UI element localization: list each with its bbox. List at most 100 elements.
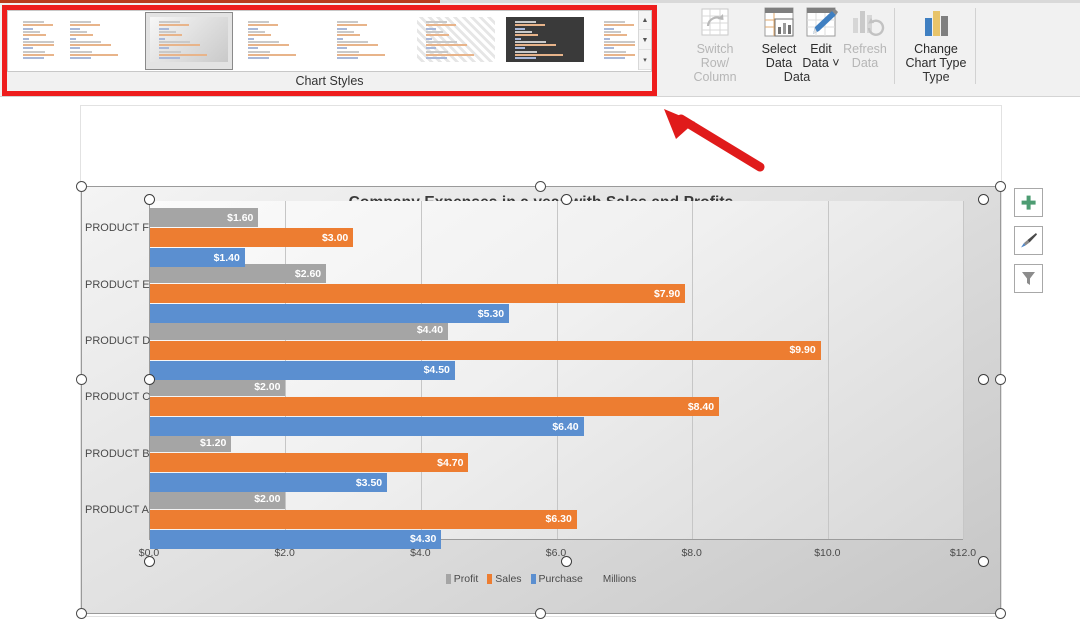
chart-styles-button[interactable] [1014,226,1043,255]
switch-row-column-icon [693,6,737,40]
chart-styles-gallery[interactable] [7,10,652,72]
selection-handle-bottom-right[interactable] [995,608,1006,619]
thumbnail-bar [426,27,436,30]
bar-purchase[interactable]: $6.40 [150,417,584,437]
data-group-label: Data [783,70,811,84]
gridline [963,201,964,539]
legend-item[interactable]: Sales [487,573,522,585]
thumbnail-bar [426,24,457,27]
selection-handle-bottom-center[interactable] [535,608,546,619]
chart-style-thumbnail[interactable] [234,12,322,70]
bar-profit[interactable]: $2.00 [150,489,286,509]
plot-area[interactable]: PRODUCT A $2.00 $6.30 $4.30 PRODUCT B $1.20 $4… [85,201,964,549]
thumbnail-bar [515,50,537,53]
data-label: $2.60 [294,267,322,280]
change-chart-type-label-line2: Chart Type [905,56,967,70]
thumbnail-bar [248,57,270,60]
data-label: $3.50 [355,476,383,489]
x-axis-tick-label: $4.0 [410,547,431,559]
legend-item[interactable]: Profit [445,573,478,585]
thumbnail-bar [337,44,378,47]
bar-sales[interactable]: $7.90 [150,284,686,304]
chart-style-thumbnail[interactable] [9,12,55,70]
chart-floating-buttons [1014,188,1044,302]
chart-style-thumbnail[interactable] [323,12,411,70]
data-label: $4.40 [416,324,444,337]
thumbnail-bar [515,54,563,56]
thumbnail-bar [70,24,101,27]
data-group: Switch Row/ Column Select Data Edit Data… [684,6,896,86]
data-label: $8.40 [687,400,715,413]
selection-handle-top-right[interactable] [995,181,1006,192]
selection-handle-top-left[interactable] [76,181,87,192]
switch-row-column-label-line2: Column [693,70,737,84]
bar-profit[interactable]: $2.60 [150,264,327,284]
category-axis-label: PRODUCT B [85,447,150,460]
group-divider-left [894,8,895,84]
chart-filters-button[interactable] [1014,264,1043,293]
bar-profit[interactable]: $1.60 [150,208,259,228]
switch-row-column-button[interactable]: Switch Row/ Column [684,6,746,84]
x-axis[interactable]: $0.0 $2.0 $4.0 $6.0 $8.0 $10.0 $12.0 [139,543,976,561]
thumbnail-bar [159,54,207,56]
legend-item[interactable]: Purchase [530,573,583,585]
thumbnail-bar [604,21,625,23]
bar-profit[interactable]: $4.40 [150,320,449,340]
chart-elements-button[interactable] [1014,188,1043,217]
bar-profit[interactable]: $1.20 [150,433,232,453]
thumbnail-bar [337,24,368,27]
gallery-scroll-up-button[interactable]: ▲ [639,11,651,30]
bar-sales[interactable]: $6.30 [150,509,577,529]
thumbnail-bar [248,44,289,47]
refresh-data-button[interactable]: Refresh Data [834,6,896,70]
bar-profit[interactable]: $2.00 [150,377,286,397]
selection-handle-middle-left[interactable] [76,374,87,385]
thumbnail-bar [337,37,343,40]
plot-handle-bottom-right[interactable] [978,556,989,567]
chart-style-thumbnail[interactable] [590,12,636,70]
bar-purchase[interactable]: $5.30 [150,304,510,324]
plot-handle-top-center[interactable] [561,194,572,205]
plot-handle-bottom-center[interactable] [561,556,572,567]
thumbnail-bar [23,44,54,47]
bar-sales[interactable]: $3.00 [150,228,354,248]
thumbnail-bar [70,47,80,50]
chart-object[interactable]: Company Expenses in a year with Sales an… [81,186,1001,614]
selection-handle-middle-right[interactable] [995,374,1006,385]
chart-style-thumbnail[interactable] [145,12,233,70]
app-root: ▲ ▼ ▾ Chart Styles Switch Row/ Column Se… [0,0,1080,635]
bar-purchase[interactable]: $1.40 [150,248,245,268]
thumbnail-bar [70,40,101,43]
plot-handle-top-right[interactable] [978,194,989,205]
change-chart-type-button[interactable]: Change Chart Type [898,6,974,70]
thumbnail-bar [23,54,54,56]
chart-style-thumbnail[interactable] [412,12,500,70]
bar-purchase[interactable]: $3.50 [150,473,388,493]
thumbnail-bar [248,34,271,37]
gallery-more-button[interactable]: ▾ [639,51,651,70]
plot-handle-middle-right[interactable] [978,374,989,385]
thumbnail-bar [70,30,87,33]
selection-handle-bottom-left[interactable] [76,608,87,619]
gallery-scroll-controls[interactable]: ▲ ▼ ▾ [638,11,651,70]
thumbnail-bar [426,30,443,33]
thumbnail-preview [150,17,228,62]
bar-purchase[interactable]: $4.50 [150,360,455,380]
bar-sales[interactable]: $8.40 [150,397,720,417]
gallery-scroll-down-button[interactable]: ▼ [639,31,651,50]
plot-handle-top-left[interactable] [144,194,155,205]
category-axis-label: PRODUCT A [85,503,149,516]
type-group-label: Type [922,70,950,84]
bar-sales[interactable]: $9.90 [150,340,821,360]
chart-style-thumbnail[interactable] [501,12,589,70]
plot-handle-bottom-left[interactable] [144,556,155,567]
thumbnail-bar [248,37,254,40]
thumbnail-bar [426,40,457,43]
switch-row-column-label-line1: Switch Row/ [696,42,734,70]
bar-sales[interactable]: $4.70 [150,453,469,473]
plot-handle-middle-left[interactable] [144,374,155,385]
selection-handle-top-center[interactable] [535,181,546,192]
chart-style-thumbnail[interactable] [56,12,144,70]
chart-legend[interactable]: Profit Sales Purchase Millions [82,573,1000,585]
thumbnail-bar [23,27,33,30]
